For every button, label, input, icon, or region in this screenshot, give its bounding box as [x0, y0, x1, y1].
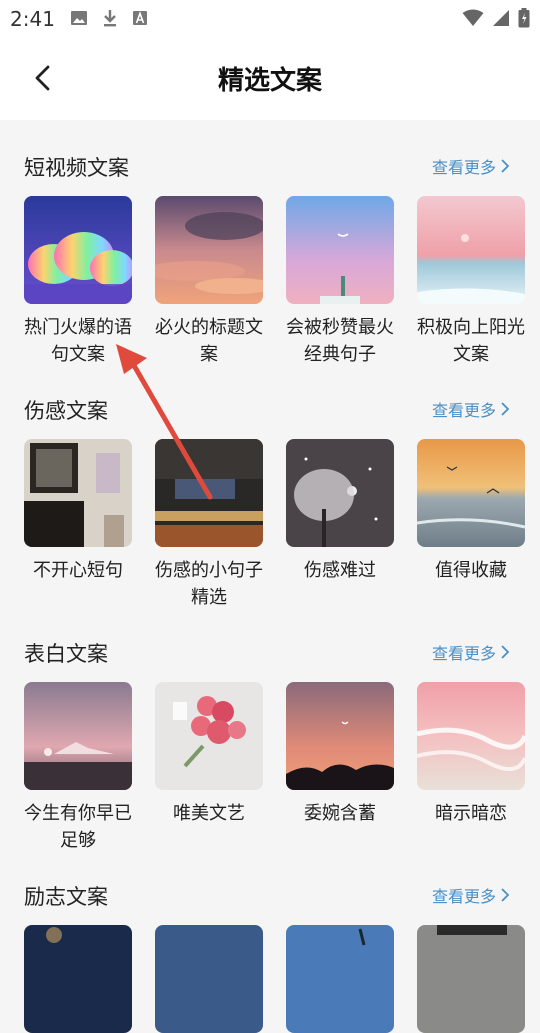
battery-icon	[518, 8, 530, 28]
card[interactable]	[286, 925, 394, 1033]
view-more-label: 查看更多	[431, 158, 496, 177]
card-label: 伤感的小句子精选	[155, 560, 263, 608]
signal-icon	[493, 10, 509, 26]
card-label: 会被秒赞最火经典句子	[286, 317, 394, 365]
thumbnail	[286, 925, 394, 1033]
font-icon	[133, 11, 147, 25]
card[interactable]	[155, 925, 263, 1033]
download-icon	[104, 10, 116, 27]
card-label: 委婉含蓄	[304, 803, 376, 824]
section-title: 伤感文案	[24, 399, 108, 423]
image-icon	[71, 11, 87, 25]
thumbnail	[24, 925, 132, 1033]
card[interactable]: 会被秒赞最火经典句子	[286, 196, 394, 368]
card-label: 积极向上阳光文案	[417, 317, 525, 365]
card-label: 今生有你早已足够	[24, 803, 132, 851]
thumbnail	[155, 682, 263, 790]
chevron-right-icon	[501, 402, 510, 416]
card-label: 热门火爆的语句文案	[24, 317, 132, 365]
view-more-link[interactable]: 查看更多	[432, 397, 510, 421]
thumbnail	[286, 439, 394, 547]
thumbnail	[155, 439, 263, 547]
status-bar: 2:41	[0, 0, 540, 38]
view-more-link[interactable]: 查看更多	[432, 154, 510, 178]
view-more-label: 查看更多	[431, 401, 496, 420]
wifi-icon	[462, 9, 484, 26]
thumbnail	[417, 439, 525, 547]
card-label: 伤感难过	[304, 560, 376, 581]
card-label: 暗示暗恋	[435, 803, 507, 824]
card[interactable]: 伤感的小句子精选	[155, 439, 263, 611]
card[interactable]: 必火的标题文案	[155, 196, 263, 368]
card-label: 必火的标题文案	[155, 317, 263, 365]
thumbnail	[24, 439, 132, 547]
thumbnail	[417, 196, 525, 304]
page-title: 精选文案	[217, 66, 322, 96]
thumbnail	[24, 196, 132, 304]
view-more-link[interactable]: 查看更多	[432, 883, 510, 907]
view-more-label: 查看更多	[431, 644, 496, 663]
card[interactable]: 今生有你早已足够	[24, 682, 132, 854]
chevron-right-icon	[501, 159, 510, 173]
section-title: 励志文案	[24, 885, 108, 909]
card[interactable]: 唯美文艺	[155, 682, 263, 827]
thumbnail	[417, 682, 525, 790]
thumbnail	[24, 682, 132, 790]
chevron-right-icon	[501, 888, 510, 902]
card[interactable]: 委婉含蓄	[286, 682, 394, 827]
thumbnail	[155, 196, 263, 304]
card[interactable]: 积极向上阳光文案	[417, 196, 525, 368]
card[interactable]: 暗示暗恋	[417, 682, 525, 827]
thumbnail	[286, 196, 394, 304]
card[interactable]	[24, 925, 132, 1033]
thumbnail	[286, 682, 394, 790]
card-label: 值得收藏	[435, 560, 507, 581]
card-label: 唯美文艺	[173, 803, 245, 824]
thumbnail	[155, 925, 263, 1033]
view-more-link[interactable]: 查看更多	[432, 640, 510, 664]
thumbnail	[417, 925, 525, 1033]
header: 精选文案	[0, 38, 540, 120]
card[interactable]	[417, 925, 525, 1033]
section-title: 短视频文案	[24, 156, 129, 180]
card[interactable]: 不开心短句	[24, 439, 132, 584]
card[interactable]: 值得收藏	[417, 439, 525, 584]
section-title: 表白文案	[24, 642, 108, 666]
card-label: 不开心短句	[33, 560, 123, 581]
chevron-right-icon	[501, 645, 510, 659]
status-time: 2:41	[10, 7, 55, 31]
view-more-label: 查看更多	[431, 887, 496, 906]
card[interactable]: 伤感难过	[286, 439, 394, 584]
card[interactable]: 热门火爆的语句文案	[24, 196, 132, 368]
